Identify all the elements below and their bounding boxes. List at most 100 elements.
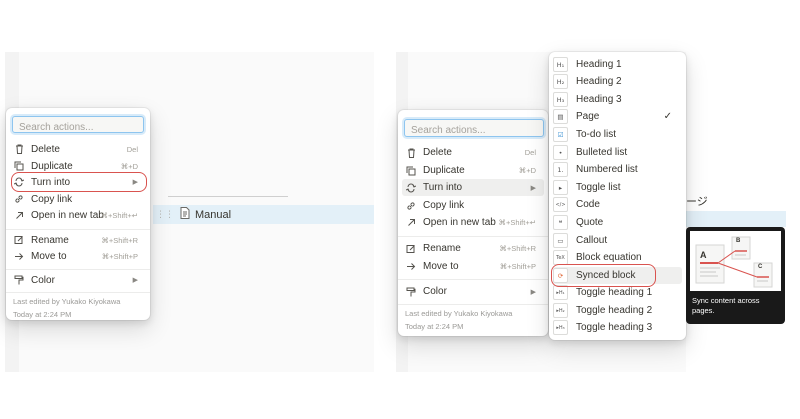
menu-item-delete[interactable]: Delete Del [402, 144, 544, 161]
menu-item-shortcut: Del [126, 144, 138, 154]
menu-item-delete[interactable]: Delete Del [10, 141, 146, 157]
block-option-toggle-heading-3[interactable]: ▸H₃ Toggle heading 3 [553, 319, 682, 336]
right-search-field[interactable] [404, 119, 544, 139]
checkmark-icon: ✓ [663, 111, 672, 122]
menu-item-turn-into[interactable]: Turn into ▶ [402, 179, 544, 196]
block-option-label: Heading 2 [576, 76, 622, 87]
move-to-icon [13, 252, 25, 261]
block-option-heading-1[interactable]: H₁ Heading 1 [553, 56, 682, 73]
block-option-label: Toggle list [576, 182, 621, 193]
arrow-up-right-icon [405, 218, 417, 227]
menu-item-label: Open in new tab [31, 209, 104, 221]
block-option-label: To-do list [576, 129, 617, 140]
menu-item-shortcut: ⌘+D [518, 166, 536, 175]
menu-item-duplicate[interactable]: Duplicate ⌘+D [10, 158, 146, 174]
block-option-label: Heading 3 [576, 94, 622, 105]
last-edited-by: Last edited by Yukako Kiyokawa [13, 297, 121, 306]
drag-handle-icon[interactable]: ⋮⋮ [156, 209, 174, 220]
link-icon [13, 194, 25, 204]
menu-item-label: Color [423, 286, 447, 297]
block-option-todo-list[interactable]: ☑ To-do list [553, 126, 682, 143]
menu-item-copy-link[interactable]: Copy link [402, 197, 544, 214]
menu-item-label: Copy link [31, 193, 73, 205]
turn-into-submenu: H₁ Heading 1 H₂ Heading 2 H₃ Heading 3 ▤… [549, 52, 686, 340]
menu-item-rename[interactable]: Rename ⌘+Shift+R [402, 240, 544, 257]
menu-item-open-new-tab[interactable]: Open in new tab ⌘+Shift+↵ [10, 207, 146, 223]
block-option-heading-2[interactable]: H₂ Heading 2 [553, 73, 682, 90]
preview-label-b: B [736, 238, 741, 244]
block-option-label: Toggle heading 1 [576, 287, 653, 298]
menu-item-rename[interactable]: Rename ⌘+Shift+R [10, 232, 146, 248]
heading-1-icon: H₁ [553, 57, 568, 72]
menu-item-shortcut: ⌘+D [120, 161, 138, 171]
move-to-icon [405, 262, 417, 271]
synced-block-preview: A B C Sync content across pages. [686, 227, 785, 324]
block-option-toggle-heading-2[interactable]: ▸H₂ Toggle heading 2 [553, 302, 682, 319]
preview-label-c: C [758, 264, 763, 270]
left-search-field[interactable] [12, 116, 144, 135]
synced-block-icon: ⟳ [553, 268, 568, 283]
toggle-heading-3-icon: ▸H₃ [553, 320, 568, 335]
block-option-toggle-list[interactable]: ▸ Toggle list [553, 179, 682, 196]
rename-icon [13, 235, 25, 245]
menu-item-color[interactable]: Color ▶ [10, 272, 146, 288]
left-search-input[interactable] [13, 120, 143, 135]
menu-item-label: Delete [31, 143, 60, 155]
block-option-page[interactable]: ▤ Page ✓ [553, 108, 682, 125]
block-option-label: Toggle heading 2 [576, 305, 653, 316]
chevron-right-icon: ▶ [132, 277, 138, 284]
bullet-list-icon: • [553, 145, 568, 160]
block-option-label: Quote [576, 217, 604, 228]
heading-2-icon: H₂ [553, 74, 568, 89]
menu-item-label: Rename [31, 234, 69, 246]
equation-icon: TeX [553, 250, 568, 265]
page-title: Manual [195, 208, 232, 221]
right-search-input[interactable] [405, 122, 543, 139]
menu-item-label: Duplicate [31, 160, 73, 172]
trash-icon [405, 148, 417, 158]
menu-divider [6, 292, 150, 293]
page-row[interactable]: ⋮⋮ Manual [153, 205, 374, 224]
menu-item-color[interactable]: Color ▶ [402, 283, 544, 300]
trash-icon [13, 144, 25, 154]
menu-footer: Last edited by Yukako Kiyokawa Today at … [13, 295, 120, 321]
numbered-list-icon: 1. [553, 162, 568, 177]
right-actions-menu: Delete Del Duplicate ⌘+D Turn into ▶ Cop… [398, 110, 548, 336]
block-option-callout[interactable]: ▭ Callout [553, 232, 682, 249]
menu-item-label: Open in new tab [423, 217, 496, 228]
block-option-bulleted-list[interactable]: • Bulleted list [553, 144, 682, 161]
menu-item-shortcut: ⌘+Shift+↵ [100, 210, 138, 220]
toggle-heading-1-icon: ▸H₁ [553, 285, 568, 300]
menu-item-copy-link[interactable]: Copy link [10, 191, 146, 207]
menu-item-shortcut: Del [524, 148, 536, 157]
link-icon [405, 201, 417, 211]
block-option-block-equation[interactable]: TeX Block equation [553, 249, 682, 266]
block-option-label: Numbered list [576, 164, 638, 175]
checkbox-icon: ☑ [553, 127, 568, 142]
left-actions-menu: Delete Del Duplicate ⌘+D Turn into ▶ Cop… [6, 108, 150, 320]
menu-item-label: Delete [423, 147, 452, 158]
paint-roller-icon [405, 287, 417, 297]
menu-item-open-new-tab[interactable]: Open in new tab ⌘+Shift+↵ [402, 214, 544, 231]
block-option-heading-3[interactable]: H₃ Heading 3 [553, 91, 682, 108]
paint-roller-icon [13, 275, 25, 285]
block-option-toggle-heading-1[interactable]: ▸H₁ Toggle heading 1 [553, 284, 682, 301]
menu-item-label: Copy link [423, 200, 465, 211]
block-option-numbered-list[interactable]: 1. Numbered list [553, 161, 682, 178]
menu-item-turn-into[interactable]: Turn into ▶ [10, 174, 146, 190]
block-option-label: Bulleted list [576, 147, 628, 158]
last-edited-time: Today at 2:24 PM [405, 322, 464, 331]
menu-item-move-to[interactable]: Move to ⌘+Shift+P [10, 248, 146, 264]
block-option-code[interactable]: </> Code [553, 196, 682, 213]
block-option-label: Page [576, 111, 600, 122]
page-icon: ▤ [553, 109, 568, 124]
code-icon: </> [553, 197, 568, 212]
menu-item-duplicate[interactable]: Duplicate ⌘+D [402, 162, 544, 179]
menu-item-move-to[interactable]: Move to ⌘+Shift+P [402, 258, 544, 275]
menu-divider [398, 279, 548, 280]
preview-caption: Sync content across pages. [692, 296, 760, 315]
turn-into-icon [405, 183, 417, 193]
block-option-quote[interactable]: ❝ Quote [553, 214, 682, 231]
block-option-synced-block[interactable]: ⟳ Synced block [553, 267, 682, 284]
block-option-label: Code [576, 199, 600, 210]
